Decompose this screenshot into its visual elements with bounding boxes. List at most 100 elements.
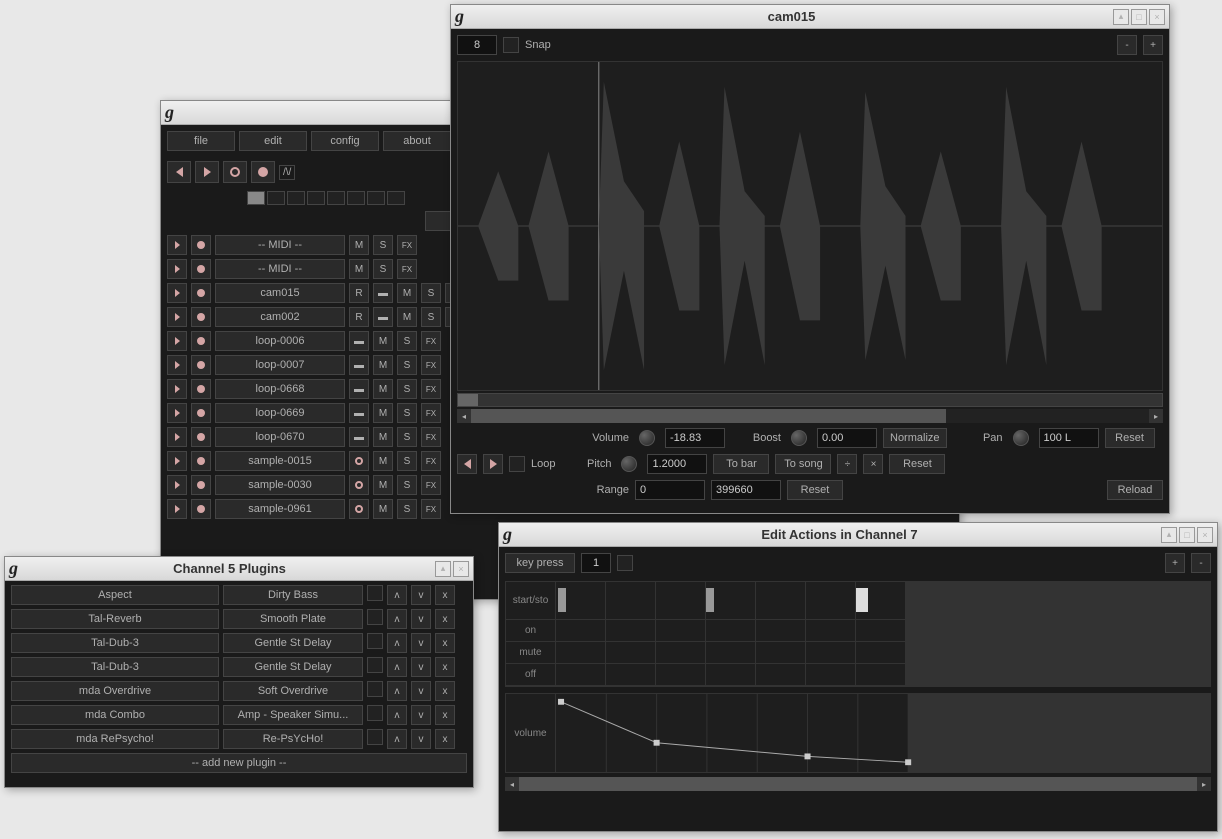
channel-play-button[interactable] <box>167 499 187 519</box>
channel-arm-button[interactable] <box>191 307 211 327</box>
mute-button[interactable]: M <box>373 379 393 399</box>
solo-button[interactable]: S <box>397 403 417 423</box>
close-icon[interactable]: × <box>1149 9 1165 25</box>
solo-button[interactable]: S <box>397 355 417 375</box>
plugin-down-button[interactable]: v <box>411 609 431 629</box>
menu-config[interactable]: config <box>311 131 379 151</box>
fx-button[interactable]: FX <box>421 403 441 423</box>
solo-button[interactable]: S <box>373 259 393 279</box>
plugin-down-button[interactable]: v <box>411 585 431 605</box>
loop-mode-button[interactable]: ▬ <box>349 355 369 375</box>
menu-about[interactable]: about <box>383 131 451 151</box>
action-block[interactable] <box>706 588 714 612</box>
range-end-input[interactable] <box>711 480 781 500</box>
plugin-up-button[interactable]: ʌ <box>387 705 407 725</box>
plugin-name-button[interactable]: mda RePsycho! <box>11 729 219 749</box>
channel-play-button[interactable] <box>167 235 187 255</box>
plugin-down-button[interactable]: v <box>411 657 431 677</box>
channel-arm-button[interactable] <box>191 427 211 447</box>
plugin-up-button[interactable]: ʌ <box>387 657 407 677</box>
plugin-up-button[interactable]: ʌ <box>387 729 407 749</box>
channel-name-button[interactable]: loop-0668 <box>215 379 345 399</box>
fx-button[interactable]: FX <box>421 331 441 351</box>
solo-button[interactable]: S <box>421 307 441 327</box>
plugin-delete-button[interactable]: x <box>435 633 455 653</box>
grid-toggle[interactable] <box>617 555 633 571</box>
plugin-delete-button[interactable]: x <box>435 585 455 605</box>
plugin-name-button[interactable]: Tal-Dub-3 <box>11 633 219 653</box>
channel-name-button[interactable]: sample-0015 <box>215 451 345 471</box>
plugin-name-button[interactable]: mda Combo <box>11 705 219 725</box>
mute-button[interactable]: M <box>373 355 393 375</box>
plugin-delete-button[interactable]: x <box>435 729 455 749</box>
plugin-preset-button[interactable]: Soft Overdrive <box>223 681 363 701</box>
channel-name-button[interactable]: loop-0007 <box>215 355 345 375</box>
channel-name-button[interactable]: -- MIDI -- <box>215 259 345 279</box>
channel-play-button[interactable] <box>167 379 187 399</box>
pitch-reset-button[interactable]: Reset <box>889 454 945 474</box>
action-block[interactable] <box>558 588 566 612</box>
channel-play-button[interactable] <box>167 355 187 375</box>
minimize-icon[interactable]: ▴ <box>1161 527 1177 543</box>
solo-button[interactable]: S <box>373 235 393 255</box>
plugin-bypass-toggle[interactable] <box>367 729 383 745</box>
channel-name-button[interactable]: sample-0030 <box>215 475 345 495</box>
volume-lane[interactable]: volume <box>505 693 1211 773</box>
mute-button[interactable]: M <box>397 307 417 327</box>
maximize-icon[interactable]: □ <box>1131 9 1147 25</box>
plugin-preset-button[interactable]: Amp - Speaker Simu... <box>223 705 363 725</box>
action-block[interactable] <box>856 588 868 612</box>
reload-button[interactable]: Reload <box>1107 480 1163 500</box>
volume-input[interactable] <box>665 428 725 448</box>
loop-mode-button[interactable]: ▬ <box>373 307 393 327</box>
waveform-scrollbar[interactable]: ◂ ▸ <box>457 409 1163 423</box>
normalize-button[interactable]: Normalize <box>883 428 947 448</box>
channel-arm-button[interactable] <box>191 499 211 519</box>
channel-arm-button[interactable] <box>191 475 211 495</box>
maximize-icon[interactable]: □ <box>1179 527 1195 543</box>
plugin-name-button[interactable]: mda Overdrive <box>11 681 219 701</box>
solo-button[interactable]: S <box>397 451 417 471</box>
channel-play-button[interactable] <box>167 259 187 279</box>
plugin-bypass-toggle[interactable] <box>367 585 383 601</box>
record-button[interactable] <box>251 161 275 183</box>
loop-mode-button[interactable]: ▬ <box>349 379 369 399</box>
channel-name-button[interactable]: cam015 <box>215 283 345 303</box>
sample-titlebar[interactable]: g cam015 ▴ □ × <box>451 5 1169 29</box>
channel-play-button[interactable] <box>167 403 187 423</box>
mute-button[interactable]: M <box>373 475 393 495</box>
plugin-delete-button[interactable]: x <box>435 705 455 725</box>
range-reset-button[interactable]: Reset <box>787 480 843 500</box>
rewind-button[interactable] <box>167 161 191 183</box>
waveform-overview[interactable] <box>457 393 1163 407</box>
channel-play-button[interactable] <box>167 307 187 327</box>
zoom-in-button[interactable]: + <box>1143 35 1163 55</box>
loop-mode-button[interactable]: ▬ <box>349 403 369 423</box>
mute-button[interactable]: M <box>349 259 369 279</box>
fx-button[interactable]: FX <box>397 235 417 255</box>
scroll-left-icon[interactable]: ◂ <box>505 777 519 791</box>
channel-arm-button[interactable] <box>191 235 211 255</box>
zoom-out-button[interactable]: - <box>1117 35 1137 55</box>
channel-arm-button[interactable] <box>191 331 211 351</box>
plugin-preset-button[interactable]: Smooth Plate <box>223 609 363 629</box>
pan-input[interactable] <box>1039 428 1099 448</box>
mute-button[interactable]: M <box>373 403 393 423</box>
lane-startstop[interactable]: start/sto <box>506 582 1210 620</box>
plugin-bypass-toggle[interactable] <box>367 681 383 697</box>
close-icon[interactable]: × <box>453 561 469 577</box>
zoom-out-button[interactable]: - <box>1191 553 1211 573</box>
fx-button[interactable]: FX <box>421 451 441 471</box>
channel-arm-button[interactable] <box>191 259 211 279</box>
plugin-down-button[interactable]: v <box>411 681 431 701</box>
mute-button[interactable]: M <box>373 499 393 519</box>
read-button[interactable]: R <box>349 283 369 303</box>
to-bar-button[interactable]: To bar <box>713 454 769 474</box>
loop-mode-button[interactable] <box>349 475 369 495</box>
pitch-div-button[interactable]: ÷ <box>837 454 857 474</box>
snap-value-input[interactable] <box>457 35 497 55</box>
plugin-preset-button[interactable]: Gentle St Delay <box>223 657 363 677</box>
fx-button[interactable]: FX <box>421 379 441 399</box>
minimize-icon[interactable]: ▴ <box>1113 9 1129 25</box>
channel-name-button[interactable]: loop-0006 <box>215 331 345 351</box>
